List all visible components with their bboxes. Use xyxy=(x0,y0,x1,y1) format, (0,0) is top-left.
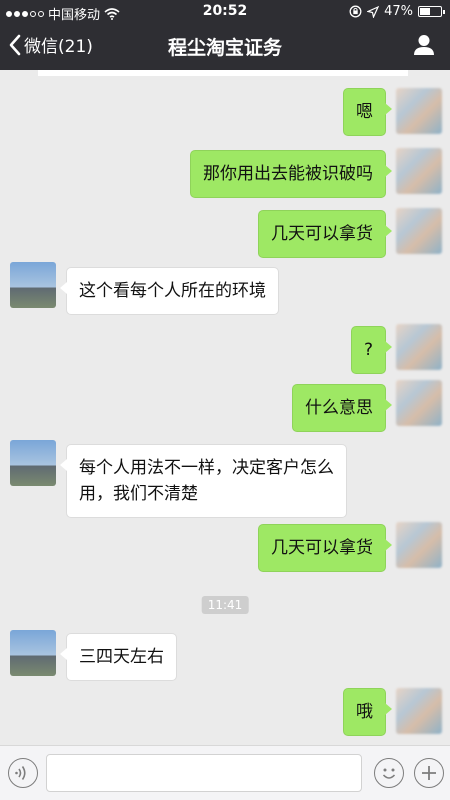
input-bar xyxy=(0,745,450,800)
location-arrow-icon xyxy=(367,5,380,18)
rotation-lock-icon xyxy=(349,5,362,18)
timestamp-chip: 11:41 xyxy=(201,596,249,614)
message-bubble[interactable]: 嗯 xyxy=(343,88,392,136)
my-avatar[interactable] xyxy=(396,208,442,254)
battery-percent: 47% xyxy=(384,4,413,19)
message-bubble[interactable]: 那你用出去能被识破吗 xyxy=(190,150,392,198)
user-profile-icon[interactable] xyxy=(412,33,436,57)
message-bubble[interactable]: 三四天左右 xyxy=(60,633,177,681)
voice-icon[interactable] xyxy=(8,758,38,788)
message-bubble[interactable]: ? xyxy=(350,326,393,374)
my-avatar[interactable] xyxy=(396,324,442,370)
status-bar: 中国移动 20:52 47% xyxy=(0,0,450,23)
message-input[interactable] xyxy=(46,754,362,792)
contact-avatar[interactable] xyxy=(10,440,56,486)
chat-title: 程尘淘宝证务 xyxy=(167,37,282,59)
my-avatar[interactable] xyxy=(396,522,442,568)
my-avatar[interactable] xyxy=(396,380,442,426)
status-right: 47% xyxy=(349,4,445,19)
contact-avatar[interactable] xyxy=(10,262,56,308)
chat-header: 微信(21) 程尘淘宝证务 xyxy=(0,22,450,70)
plus-icon[interactable] xyxy=(414,758,444,788)
message-bubble[interactable]: 什么意思 xyxy=(292,384,392,432)
message-bubble[interactable]: 几天可以拿货 xyxy=(258,524,392,572)
battery-icon xyxy=(418,6,445,17)
previous-message-edge xyxy=(38,70,408,76)
message-bubble[interactable]: 哦 xyxy=(343,688,392,736)
my-avatar[interactable] xyxy=(396,88,442,134)
my-avatar[interactable] xyxy=(396,148,442,194)
message-list[interactable]: 嗯 那你用出去能被识破吗 几天可以拿货 这个看每个人所在的环境 ? 什么意思 每… xyxy=(0,70,450,745)
contact-avatar[interactable] xyxy=(10,630,56,676)
message-bubble[interactable]: 这个看每个人所在的环境 xyxy=(60,267,279,315)
my-avatar[interactable] xyxy=(396,688,442,734)
message-bubble[interactable]: 几天可以拿货 xyxy=(258,210,392,258)
emoji-icon[interactable] xyxy=(374,758,404,788)
message-bubble[interactable]: 每个人用法不一样，决定客户怎么 用，我们不清楚 xyxy=(60,444,347,518)
